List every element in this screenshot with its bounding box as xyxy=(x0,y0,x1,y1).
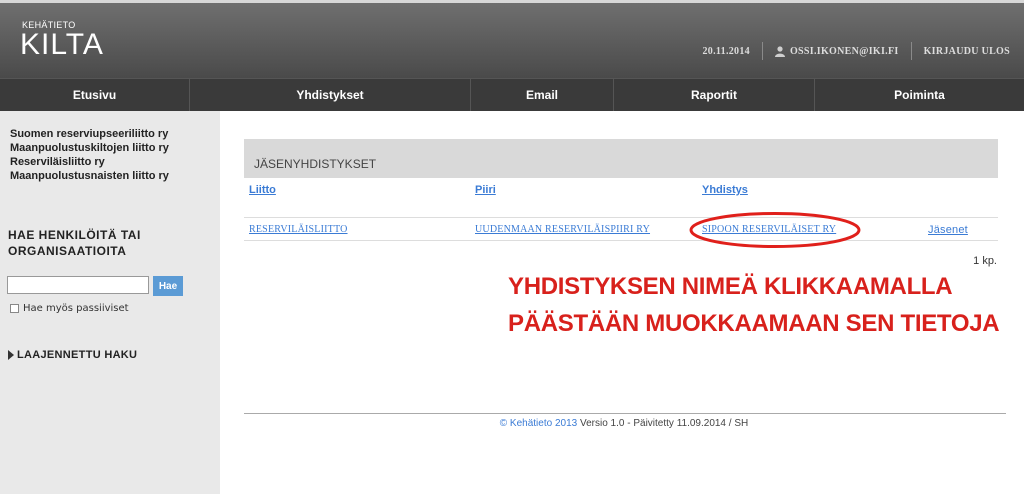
nav-raportit[interactable]: Raportit xyxy=(614,79,815,111)
organization-list: Suomen reserviupseeriliitto ry Maanpuolu… xyxy=(10,127,169,183)
nav-yhdistykset[interactable]: Yhdistykset xyxy=(190,79,471,111)
divider xyxy=(244,217,998,218)
version-text: Versio 1.0 - Päivitetty 11.09.2014 / SH xyxy=(577,418,749,429)
current-date: 20.11.2014 xyxy=(702,45,750,57)
org-link[interactable]: Reserviläisliitto ry xyxy=(10,155,169,169)
cell-liitto-link[interactable]: RESERVILÄISLIITTO xyxy=(249,224,348,235)
divider xyxy=(244,240,998,241)
user-icon xyxy=(774,45,785,57)
panel-header: JÄSENYHDISTYKSET xyxy=(244,139,998,178)
logo[interactable]: KILTA xyxy=(20,28,104,62)
annotation-text: YHDISTYKSEN NIMEÄ KLIKKAAMALLA PÄÄSTÄÄN … xyxy=(508,273,1000,337)
divider xyxy=(761,42,763,60)
nav-etusivu[interactable]: Etusivu xyxy=(0,79,190,111)
logout-link[interactable]: KIRJAUDU ULOS xyxy=(924,46,1010,57)
cell-piiri-link[interactable]: UUDENMAAN RESERVILÄISPIIRI RY xyxy=(475,224,650,235)
search-button[interactable]: Hae xyxy=(153,276,183,296)
sidebar: Suomen reserviupseeriliitto ry Maanpuolu… xyxy=(0,111,220,494)
advanced-search-label: LAAJENNETTU HAKU xyxy=(17,349,138,361)
panel-title: JÄSENYHDISTYKSET xyxy=(254,157,377,171)
column-header-yhdistys[interactable]: Yhdistys xyxy=(702,184,748,196)
passive-label: Hae myös passiiviset xyxy=(23,303,129,314)
org-link[interactable]: Suomen reserviupseeriliitto ry xyxy=(10,127,169,141)
org-link[interactable]: Maanpuolustuskiltojen liitto ry xyxy=(10,141,169,155)
result-count: 1 kp. xyxy=(973,255,997,267)
header-user-bar: 20.11.2014 OSSI.IKONEN@IKI.FI KIRJAUDU U… xyxy=(703,41,1011,61)
advanced-search-toggle[interactable]: LAAJENNETTU HAKU xyxy=(8,349,137,361)
caret-right-icon xyxy=(8,350,14,360)
main-nav: Etusivu Yhdistykset Email Raportit Poimi… xyxy=(0,78,1024,111)
divider xyxy=(910,42,912,60)
app-header: KEHÄTIETO KILTA 20.11.2014 OSSI.IKONEN@I… xyxy=(0,0,1024,78)
highlight-oval xyxy=(689,212,861,248)
search-heading: HAE HENKILÖITÄ TAI ORGANISAATIOITA xyxy=(8,228,141,258)
divider xyxy=(244,413,1006,414)
nav-email[interactable]: Email xyxy=(471,79,614,111)
passive-option[interactable]: Hae myös passiiviset xyxy=(10,303,129,314)
org-link[interactable]: Maanpuolustusnaisten liitto ry xyxy=(10,169,169,183)
nav-poiminta[interactable]: Poiminta xyxy=(815,79,1024,111)
column-header-liitto[interactable]: Liitto xyxy=(249,184,276,196)
members-link[interactable]: Jäsenet xyxy=(928,224,968,236)
user-account-link[interactable]: OSSI.IKONEN@IKI.FI xyxy=(790,46,899,57)
footer: © Kehätieto 2013 Versio 1.0 - Päivitetty… xyxy=(0,418,1024,429)
column-header-piiri[interactable]: Piiri xyxy=(475,184,496,196)
copyright-link[interactable]: © Kehätieto 2013 xyxy=(500,418,577,429)
search-input[interactable] xyxy=(7,276,149,294)
passive-checkbox[interactable] xyxy=(10,304,19,313)
